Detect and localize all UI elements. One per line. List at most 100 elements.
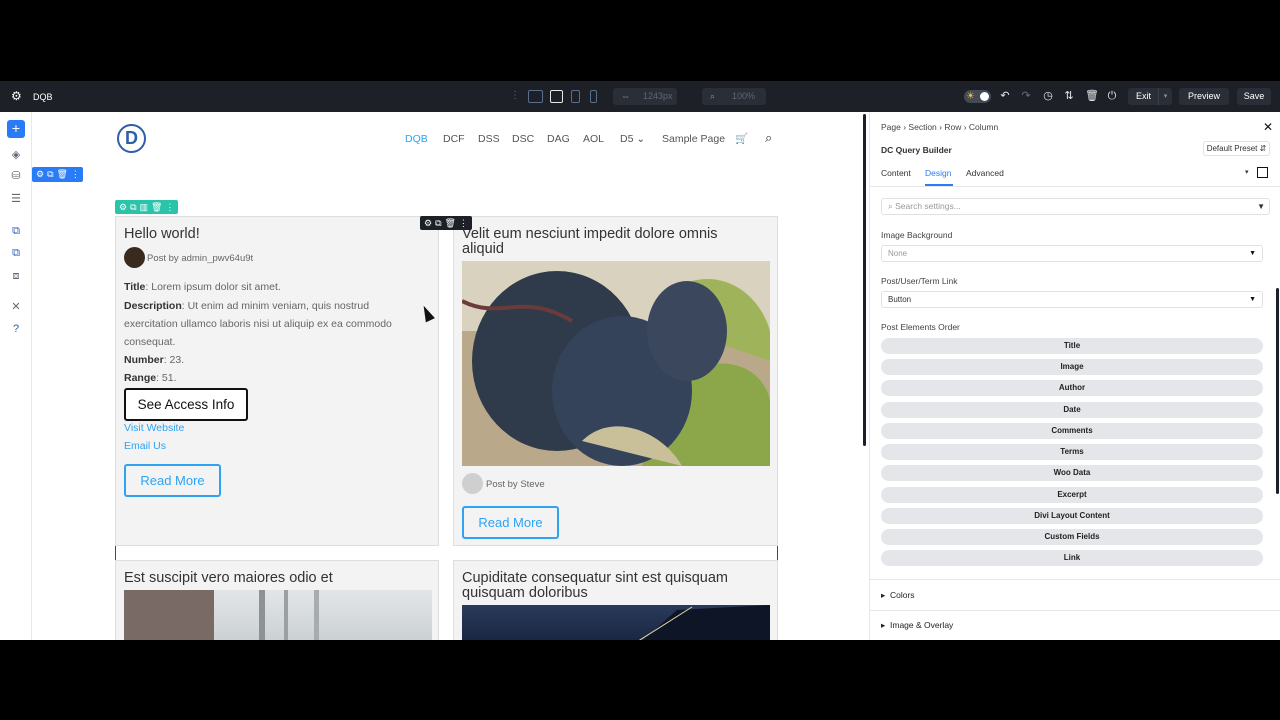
read-more-button[interactable]: Read More bbox=[124, 464, 221, 497]
order-item-comments[interactable]: Comments bbox=[881, 423, 1263, 439]
order-item-divi-layout-content[interactable]: Divi Layout Content bbox=[881, 508, 1263, 524]
builder-frame: ⚙ DQB ⋮ ⇔ 1243px ⌕ 100% ☀ ↶ ↷ ◷ ⇅ 🗑 ⏻ Ex… bbox=[0, 81, 1280, 640]
read-more-button[interactable]: Read More bbox=[462, 506, 559, 539]
tools-icon[interactable]: ✕ bbox=[10, 301, 22, 313]
phone-view-icon[interactable] bbox=[590, 90, 597, 103]
post-title[interactable]: Est suscipit vero maiores odio et bbox=[124, 571, 333, 586]
image-background-label: Image Background bbox=[881, 230, 953, 240]
post-field-title: Title: Lorem ipsum dolor sit amet. bbox=[124, 278, 281, 296]
canvas-width-value: 1243px bbox=[643, 91, 673, 101]
breadcrumb-item[interactable]: Column bbox=[969, 122, 998, 132]
tab-design[interactable]: Design bbox=[925, 168, 951, 178]
nav-item-d5[interactable]: D5 ⌄ bbox=[620, 133, 645, 145]
post-featured-image[interactable] bbox=[124, 590, 432, 640]
order-item-custom-fields[interactable]: Custom Fields bbox=[881, 529, 1263, 545]
preset-selector[interactable]: Default Preset ⇵ bbox=[1203, 141, 1270, 156]
order-item-link[interactable]: Link bbox=[881, 550, 1263, 566]
group-colors[interactable]: ▸ Colors bbox=[881, 590, 915, 601]
panel-menu-dropdown-icon[interactable]: ▾ bbox=[1245, 168, 1249, 176]
desktop-view-icon[interactable] bbox=[528, 90, 543, 103]
order-item-author[interactable]: Author bbox=[881, 380, 1263, 396]
nav-item-dss[interactable]: DSS bbox=[478, 133, 500, 145]
order-item-woo-data[interactable]: Woo Data bbox=[881, 465, 1263, 481]
close-icon[interactable]: ✕ bbox=[1263, 120, 1273, 134]
tablet-view-icon[interactable] bbox=[571, 90, 580, 103]
stack-icon[interactable]: ⧈ bbox=[10, 270, 22, 282]
order-item-date[interactable]: Date bbox=[881, 402, 1263, 418]
nav-item-dag[interactable]: DAG bbox=[547, 133, 570, 145]
theme-toggle[interactable]: ☀ bbox=[964, 90, 991, 103]
loop-items-icon[interactable]: ⧉ bbox=[10, 247, 22, 259]
post-title[interactable]: Cupiditate consequatur sint est quisquam… bbox=[462, 571, 728, 601]
panel-expand-icon[interactable] bbox=[1257, 167, 1268, 178]
breadcrumb-item[interactable]: Page bbox=[881, 122, 901, 132]
post-featured-image[interactable] bbox=[462, 261, 770, 466]
add-module-button[interactable]: + bbox=[7, 120, 25, 138]
field-label: Range bbox=[124, 372, 157, 384]
order-item-title[interactable]: Title bbox=[881, 338, 1263, 354]
settings-gear-icon[interactable]: ⚙ bbox=[11, 90, 22, 102]
post-featured-image[interactable] bbox=[462, 605, 770, 640]
help-icon[interactable]: ? bbox=[10, 323, 22, 335]
nav-item-dqb[interactable]: DQB bbox=[405, 133, 428, 145]
zoom-field[interactable]: ⌕ 100% bbox=[702, 88, 766, 105]
row-controls[interactable]: ⚙⧉▥🗑⋮ bbox=[115, 200, 178, 214]
image-background-select[interactable]: None ▼ bbox=[881, 245, 1263, 262]
zoom-value: 100% bbox=[732, 91, 756, 101]
email-us-link[interactable]: Email Us bbox=[124, 440, 166, 452]
tab-content[interactable]: Content bbox=[881, 168, 911, 178]
panel-scrollbar-thumb[interactable] bbox=[1276, 288, 1279, 494]
save-button[interactable]: Save bbox=[1237, 88, 1271, 105]
site-logo[interactable]: D bbox=[117, 124, 146, 153]
canvas-scrollbar-thumb[interactable] bbox=[863, 114, 866, 446]
list-icon[interactable]: ☰ bbox=[10, 193, 22, 205]
post-card: Velit eum nesciunt impedit dolore omnis … bbox=[453, 216, 778, 546]
filter-icon[interactable]: ▼ bbox=[1257, 199, 1265, 214]
undo-icon[interactable]: ↶ bbox=[999, 90, 1011, 102]
order-item-terms[interactable]: Terms bbox=[881, 444, 1263, 460]
post-title[interactable]: Velit eum nesciunt impedit dolore omnis … bbox=[462, 227, 718, 257]
post-link-select[interactable]: Button ▼ bbox=[881, 291, 1263, 308]
post-author: Post by Steve bbox=[486, 479, 545, 490]
field-value: : Lorem ipsum dolor sit amet. bbox=[145, 281, 281, 293]
history-icon[interactable]: ◷ bbox=[1042, 90, 1054, 102]
tab-advanced[interactable]: Advanced bbox=[966, 168, 1004, 178]
group-image-overlay[interactable]: ▸ Image & Overlay bbox=[881, 620, 953, 631]
wide-view-icon[interactable] bbox=[550, 90, 563, 103]
power-icon[interactable]: ⏻ bbox=[1106, 90, 1118, 102]
cart-icon[interactable]: 🛒 bbox=[735, 132, 748, 145]
exit-button[interactable]: Exit ▾ bbox=[1128, 88, 1172, 105]
section-controls[interactable]: ⚙⧉🗑⋮ bbox=[32, 167, 83, 182]
nav-item-aol[interactable]: AOL bbox=[583, 133, 604, 145]
drag-handle-icon[interactable]: ⋮ bbox=[510, 90, 520, 101]
module-controls[interactable]: ⚙⧉🗑⋮ bbox=[420, 216, 472, 230]
preview-button[interactable]: Preview bbox=[1179, 88, 1229, 105]
search-icon[interactable]: ⌕ bbox=[765, 130, 772, 146]
portability-icon[interactable]: ⇅ bbox=[1063, 90, 1075, 102]
order-item-image[interactable]: Image bbox=[881, 359, 1263, 375]
field-label: Number bbox=[124, 354, 164, 366]
elements-order-label: Post Elements Order bbox=[881, 322, 960, 332]
exit-dropdown-icon[interactable]: ▾ bbox=[1158, 88, 1172, 105]
settings-search-input[interactable]: ⌕ Search settings... ▼ bbox=[881, 198, 1270, 215]
loop-builder-icon[interactable]: ⧉ bbox=[10, 225, 22, 237]
breadcrumb-item[interactable]: Section bbox=[908, 122, 936, 132]
breadcrumb-item[interactable]: Row bbox=[944, 122, 961, 132]
database-icon[interactable]: ⛁ bbox=[10, 170, 22, 182]
post-title-line: quisquam doloribus bbox=[462, 585, 588, 601]
nav-item-dcf[interactable]: DCF bbox=[443, 133, 465, 145]
trash-icon[interactable]: 🗑 bbox=[1085, 90, 1099, 102]
post-field-number: Number: 23. bbox=[124, 351, 184, 369]
layers-icon[interactable]: ◈ bbox=[10, 149, 22, 161]
post-title[interactable]: Hello world! bbox=[124, 227, 200, 242]
post-field-description-line2: exercitation ullamco laboris nisi ut ali… bbox=[124, 315, 392, 333]
field-value: : 51. bbox=[156, 372, 177, 384]
nav-item-sample-page[interactable]: Sample Page bbox=[662, 133, 725, 145]
see-access-info-button[interactable]: See Access Info bbox=[124, 388, 248, 421]
visit-website-link[interactable]: Visit Website bbox=[124, 422, 184, 434]
order-item-excerpt[interactable]: Excerpt bbox=[881, 487, 1263, 503]
nav-item-dsc[interactable]: DSC bbox=[512, 133, 534, 145]
redo-icon[interactable]: ↷ bbox=[1020, 90, 1032, 102]
canvas-width-field[interactable]: ⇔ 1243px bbox=[613, 88, 677, 105]
post-field-description: Description: Ut enim ad minim veniam, qu… bbox=[124, 297, 369, 315]
